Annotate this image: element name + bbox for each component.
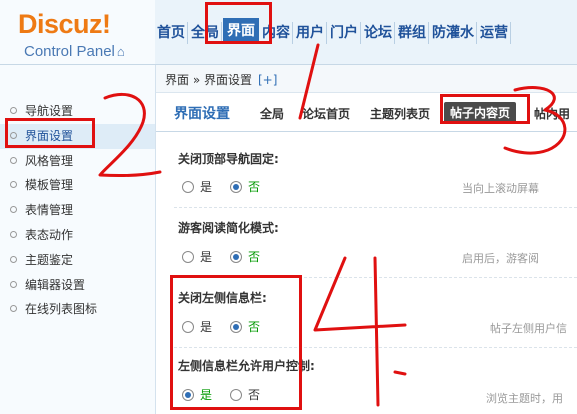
annotation-number-4 [313, 256, 407, 407]
annotation-number-3 [503, 86, 567, 155]
handwritten-annotations [98, 43, 567, 407]
annotation-dot [393, 370, 407, 376]
annotation-number-1 [298, 43, 320, 120]
annotation-number-2 [98, 92, 162, 178]
